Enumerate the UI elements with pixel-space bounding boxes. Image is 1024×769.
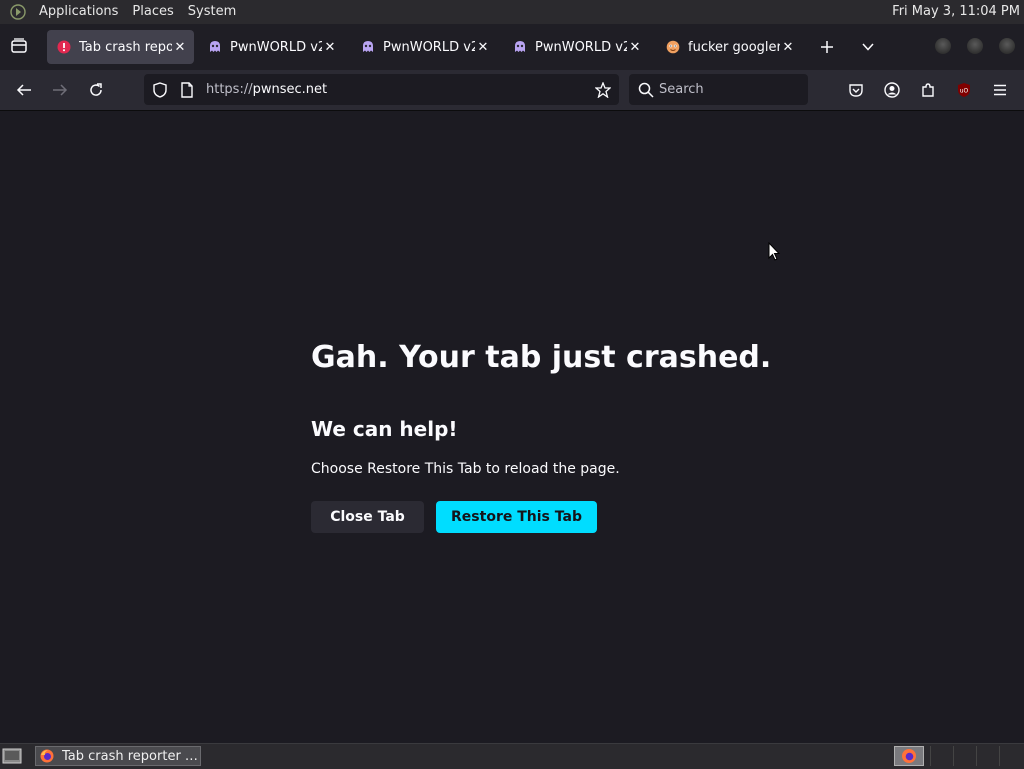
tab-title: PwnWORLD v2 (230, 39, 322, 55)
hamburger-menu-icon (994, 84, 1006, 96)
chevron-down-icon (862, 43, 874, 51)
restore-tab-button[interactable]: Restore This Tab (436, 501, 597, 533)
tab-pwnworld-3[interactable]: PwnWORLD v2 ✕ (503, 30, 649, 64)
pwn-ghost-icon (210, 41, 220, 52)
show-desktop-icon[interactable] (2, 747, 22, 765)
url-text[interactable]: https://pwnsec.net (206, 74, 327, 105)
account-icon (884, 82, 900, 98)
desktop-taskbar: Tab crash reporter … (0, 743, 1024, 769)
page-content: Gah. Your tab just crashed. We can help!… (0, 111, 1024, 743)
menu-applications[interactable]: Applications (32, 0, 125, 24)
tab-close-icon[interactable]: ✕ (322, 40, 338, 55)
tab-pwnworld-1[interactable]: PwnWORLD v2 ✕ (198, 30, 344, 64)
clock[interactable]: Fri May 3, 11:04 PM (892, 0, 1020, 24)
desktop-top-panel: Applications Places System Fri May 3, 11… (0, 0, 1024, 24)
tab-close-icon[interactable]: ✕ (475, 40, 491, 55)
ublock-button[interactable]: uO (952, 78, 976, 102)
forward-button[interactable] (48, 78, 72, 102)
pocket-icon (849, 84, 863, 97)
crash-alert-icon (57, 40, 71, 54)
googler-face-icon (666, 40, 680, 54)
firefox-icon (40, 749, 54, 763)
account-button[interactable] (880, 78, 904, 102)
window-minimize-button[interactable] (935, 38, 951, 54)
navigation-toolbar: https://pwnsec.net Search uO (0, 70, 1024, 111)
page-info-icon[interactable] (180, 82, 194, 98)
app-menu-button[interactable] (988, 78, 1012, 102)
tab-googler[interactable]: fucker googler ✕ (656, 30, 802, 64)
workspace-1[interactable] (931, 746, 954, 766)
search-bar[interactable]: Search (629, 74, 808, 105)
taskbar-window-button[interactable]: Tab crash reporter … (35, 746, 201, 766)
ublock-origin-icon: uO (958, 83, 970, 97)
tab-strip: Tab crash reporter ✕ PwnWORLD v2 ✕ PwnWO… (0, 24, 1024, 70)
crash-subtitle: We can help! (311, 417, 458, 441)
tab-title: PwnWORLD v2 (535, 39, 627, 55)
tab-title: Tab crash reporter (79, 39, 172, 55)
tab-close-icon[interactable]: ✕ (627, 40, 643, 55)
workspace-2[interactable] (954, 746, 977, 766)
url-protocol: https:// (206, 82, 253, 97)
tab-crash-reporter[interactable]: Tab crash reporter ✕ (47, 30, 194, 64)
search-input[interactable]: Search (659, 74, 704, 105)
workspace-3[interactable] (977, 746, 1000, 766)
tab-close-icon[interactable]: ✕ (172, 40, 188, 55)
search-icon (638, 82, 654, 98)
taskbar-window-label: Tab crash reporter … (62, 748, 198, 764)
plus-icon (821, 41, 833, 53)
tab-title: fucker googler (688, 39, 780, 55)
url-bar[interactable]: https://pwnsec.net (144, 74, 619, 105)
firefox-view-icon (11, 38, 27, 53)
workspace-switcher[interactable] (930, 746, 1021, 766)
arrow-right-icon (53, 84, 68, 96)
window-close-button[interactable] (999, 38, 1015, 54)
tab-close-icon[interactable]: ✕ (780, 40, 796, 55)
arrow-left-icon (16, 84, 31, 96)
workspace-4[interactable] (1000, 746, 1021, 766)
extensions-button[interactable] (916, 78, 940, 102)
crash-message: Choose Restore This Tab to reload the pa… (311, 461, 620, 477)
close-tab-button[interactable]: Close Tab (311, 501, 424, 533)
mouse-cursor-icon (768, 242, 780, 261)
new-tab-button[interactable] (816, 36, 838, 58)
list-all-tabs-button[interactable] (857, 36, 879, 58)
pwn-ghost-icon (363, 41, 373, 52)
svg-text:uO: uO (960, 88, 969, 95)
window-maximize-button[interactable] (967, 38, 983, 54)
puzzle-piece-icon (922, 83, 934, 97)
crash-title: Gah. Your tab just crashed. (311, 340, 772, 375)
tab-pwnworld-2[interactable]: PwnWORLD v2 ✕ (351, 30, 497, 64)
shield-icon[interactable] (152, 82, 168, 98)
back-button[interactable] (12, 78, 36, 102)
bookmark-star-icon[interactable] (595, 82, 611, 98)
tab-title: PwnWORLD v2 (383, 39, 475, 55)
distro-logo-icon[interactable] (10, 4, 26, 20)
menu-system[interactable]: System (181, 0, 243, 24)
url-host: pwnsec.net (252, 82, 328, 97)
pocket-button[interactable] (844, 78, 868, 102)
firefox-view-button[interactable] (8, 38, 30, 56)
reload-button[interactable] (84, 78, 108, 102)
reload-icon (90, 83, 102, 96)
firefox-tray-icon[interactable] (894, 746, 924, 766)
pwn-ghost-icon (515, 41, 525, 52)
menu-places[interactable]: Places (125, 0, 180, 24)
